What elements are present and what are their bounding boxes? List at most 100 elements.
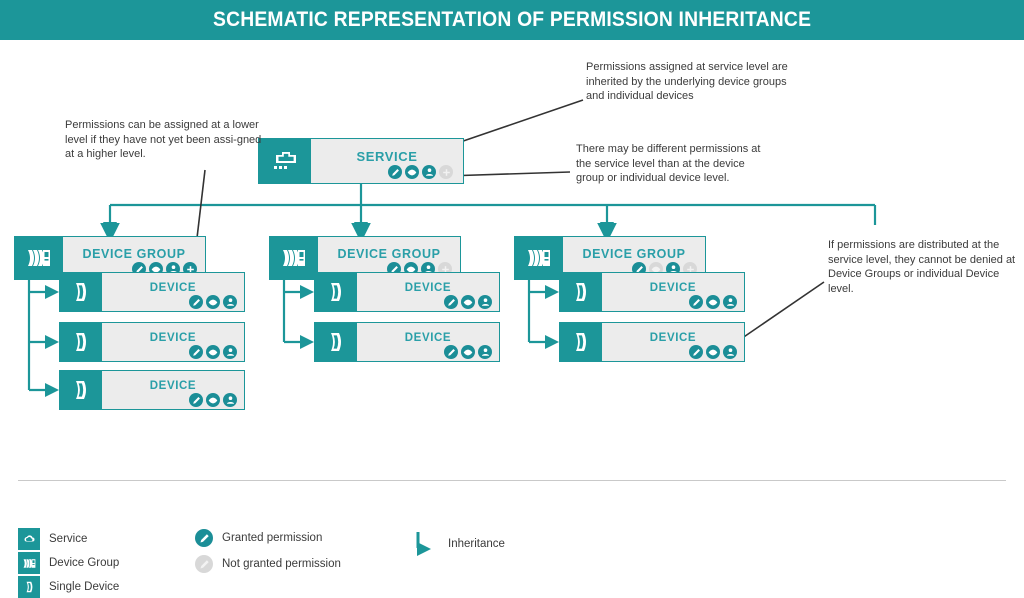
device-node[interactable]: DEVICE (314, 322, 500, 362)
service-body: SERVICE (311, 139, 463, 183)
user-icon[interactable] (478, 295, 492, 309)
device-node[interactable]: DEVICE (559, 322, 745, 362)
device-node[interactable]: DEVICE (559, 272, 745, 312)
eye-icon[interactable] (706, 295, 720, 309)
legend-item-not-granted: Not granted permission (195, 555, 341, 573)
group2-to-devices-connector (527, 280, 546, 344)
device-permissions (689, 295, 737, 309)
device-node[interactable]: DEVICE (314, 272, 500, 312)
eye-icon[interactable] (206, 345, 220, 359)
device-label: DEVICE (149, 332, 197, 344)
annotation-cannot-be-denied: If permissions are distributed at the se… (828, 239, 1016, 295)
user-icon[interactable] (723, 295, 737, 309)
legend-label: Device Group (49, 557, 120, 569)
device-group-icon (515, 237, 563, 279)
group-arrowheads (103, 222, 614, 236)
eye-icon[interactable] (405, 165, 419, 179)
user-icon[interactable] (223, 393, 237, 407)
group2-device-arrowheads (545, 285, 559, 349)
device-group-icon (15, 237, 63, 279)
page-title: SCHEMATIC REPRESENTATION OF PERMISSION I… (212, 8, 812, 31)
pencil-icon[interactable] (388, 165, 402, 179)
eye-icon[interactable] (461, 295, 475, 309)
diagram-canvas: SERVICE DEVICE GROUP DEVICE GROUP DEVICE… (0, 40, 1024, 598)
pencil-icon[interactable] (689, 295, 703, 309)
device-label: DEVICE (149, 282, 197, 294)
device-node[interactable]: DEVICE (59, 322, 245, 362)
eye-icon[interactable] (706, 345, 720, 359)
cloud-icon (259, 139, 311, 183)
group0-to-devices-connector (27, 280, 46, 392)
plus-icon[interactable] (439, 165, 453, 179)
device-body: DEVICE (357, 273, 499, 311)
single-device-icon (315, 273, 357, 311)
eye-icon[interactable] (461, 345, 475, 359)
pencil-icon (195, 555, 213, 573)
single-device-icon (60, 273, 102, 311)
service-node[interactable]: SERVICE (258, 138, 464, 184)
device-permissions (189, 295, 237, 309)
device-body: DEVICE (102, 371, 244, 409)
legend-item-service: Service (18, 528, 87, 550)
single-device-icon (60, 371, 102, 409)
device-node[interactable]: DEVICE (59, 272, 245, 312)
single-device-icon (18, 576, 40, 598)
device-permissions (689, 345, 737, 359)
device-body: DEVICE (602, 273, 744, 311)
user-icon[interactable] (422, 165, 436, 179)
pencil-icon[interactable] (189, 345, 203, 359)
device-label: DEVICE (649, 332, 697, 344)
legend-item-single-device: Single Device (18, 576, 119, 598)
device-body: DEVICE (102, 273, 244, 311)
device-body: DEVICE (357, 323, 499, 361)
user-icon[interactable] (223, 295, 237, 309)
device-permissions (189, 393, 237, 407)
legend-item-granted: Granted permission (195, 529, 322, 547)
device-permissions (444, 345, 492, 359)
cloud-icon (18, 528, 40, 550)
single-device-icon (560, 323, 602, 361)
eye-icon[interactable] (206, 393, 220, 407)
legend-label: Inheritance (448, 538, 505, 550)
user-icon[interactable] (223, 345, 237, 359)
device-permissions (444, 295, 492, 309)
pencil-icon[interactable] (689, 345, 703, 359)
legend-label: Not granted permission (222, 558, 341, 570)
legend-item-device-group: Device Group (18, 552, 119, 574)
single-device-icon (560, 273, 602, 311)
service-permissions (388, 165, 453, 179)
device-group-icon (18, 552, 40, 574)
single-device-icon (60, 323, 102, 361)
device-label: DEVICE (649, 282, 697, 294)
device-label: DEVICE (404, 332, 452, 344)
device-permissions (189, 345, 237, 359)
pencil-icon[interactable] (189, 295, 203, 309)
pencil-icon[interactable] (444, 345, 458, 359)
device-label: DEVICE (149, 380, 197, 392)
user-icon[interactable] (478, 345, 492, 359)
device-group-label: DEVICE GROUP (337, 247, 441, 261)
user-icon[interactable] (723, 345, 737, 359)
service-to-groups-connector (100, 184, 877, 243)
annotation-service-inheritance: Permissions assigned at service level ar… (586, 61, 788, 102)
pencil-icon[interactable] (189, 393, 203, 407)
service-label: SERVICE (356, 149, 418, 164)
pencil-icon (195, 529, 213, 547)
device-group-label: DEVICE GROUP (82, 247, 186, 261)
annotation-lower-level: Permissions can be assigned at a lower l… (65, 119, 262, 160)
group1-to-devices-connector (282, 280, 301, 344)
pencil-icon[interactable] (444, 295, 458, 309)
legend-item-inheritance: Inheritance (415, 531, 505, 557)
legend-label: Granted permission (222, 532, 323, 544)
eye-icon[interactable] (206, 295, 220, 309)
annotation-different-permissions: There may be different permissions at th… (576, 143, 761, 184)
device-group-label: DEVICE GROUP (582, 247, 686, 261)
legend-label: Single Device (49, 581, 120, 593)
device-node[interactable]: DEVICE (59, 370, 245, 410)
device-group-icon (270, 237, 318, 279)
page-header: SCHEMATIC REPRESENTATION OF PERMISSION I… (0, 0, 1024, 40)
single-device-icon (315, 323, 357, 361)
legend-divider (18, 480, 1006, 481)
group1-device-arrowheads (300, 285, 314, 349)
inheritance-arrow-icon (415, 531, 439, 557)
